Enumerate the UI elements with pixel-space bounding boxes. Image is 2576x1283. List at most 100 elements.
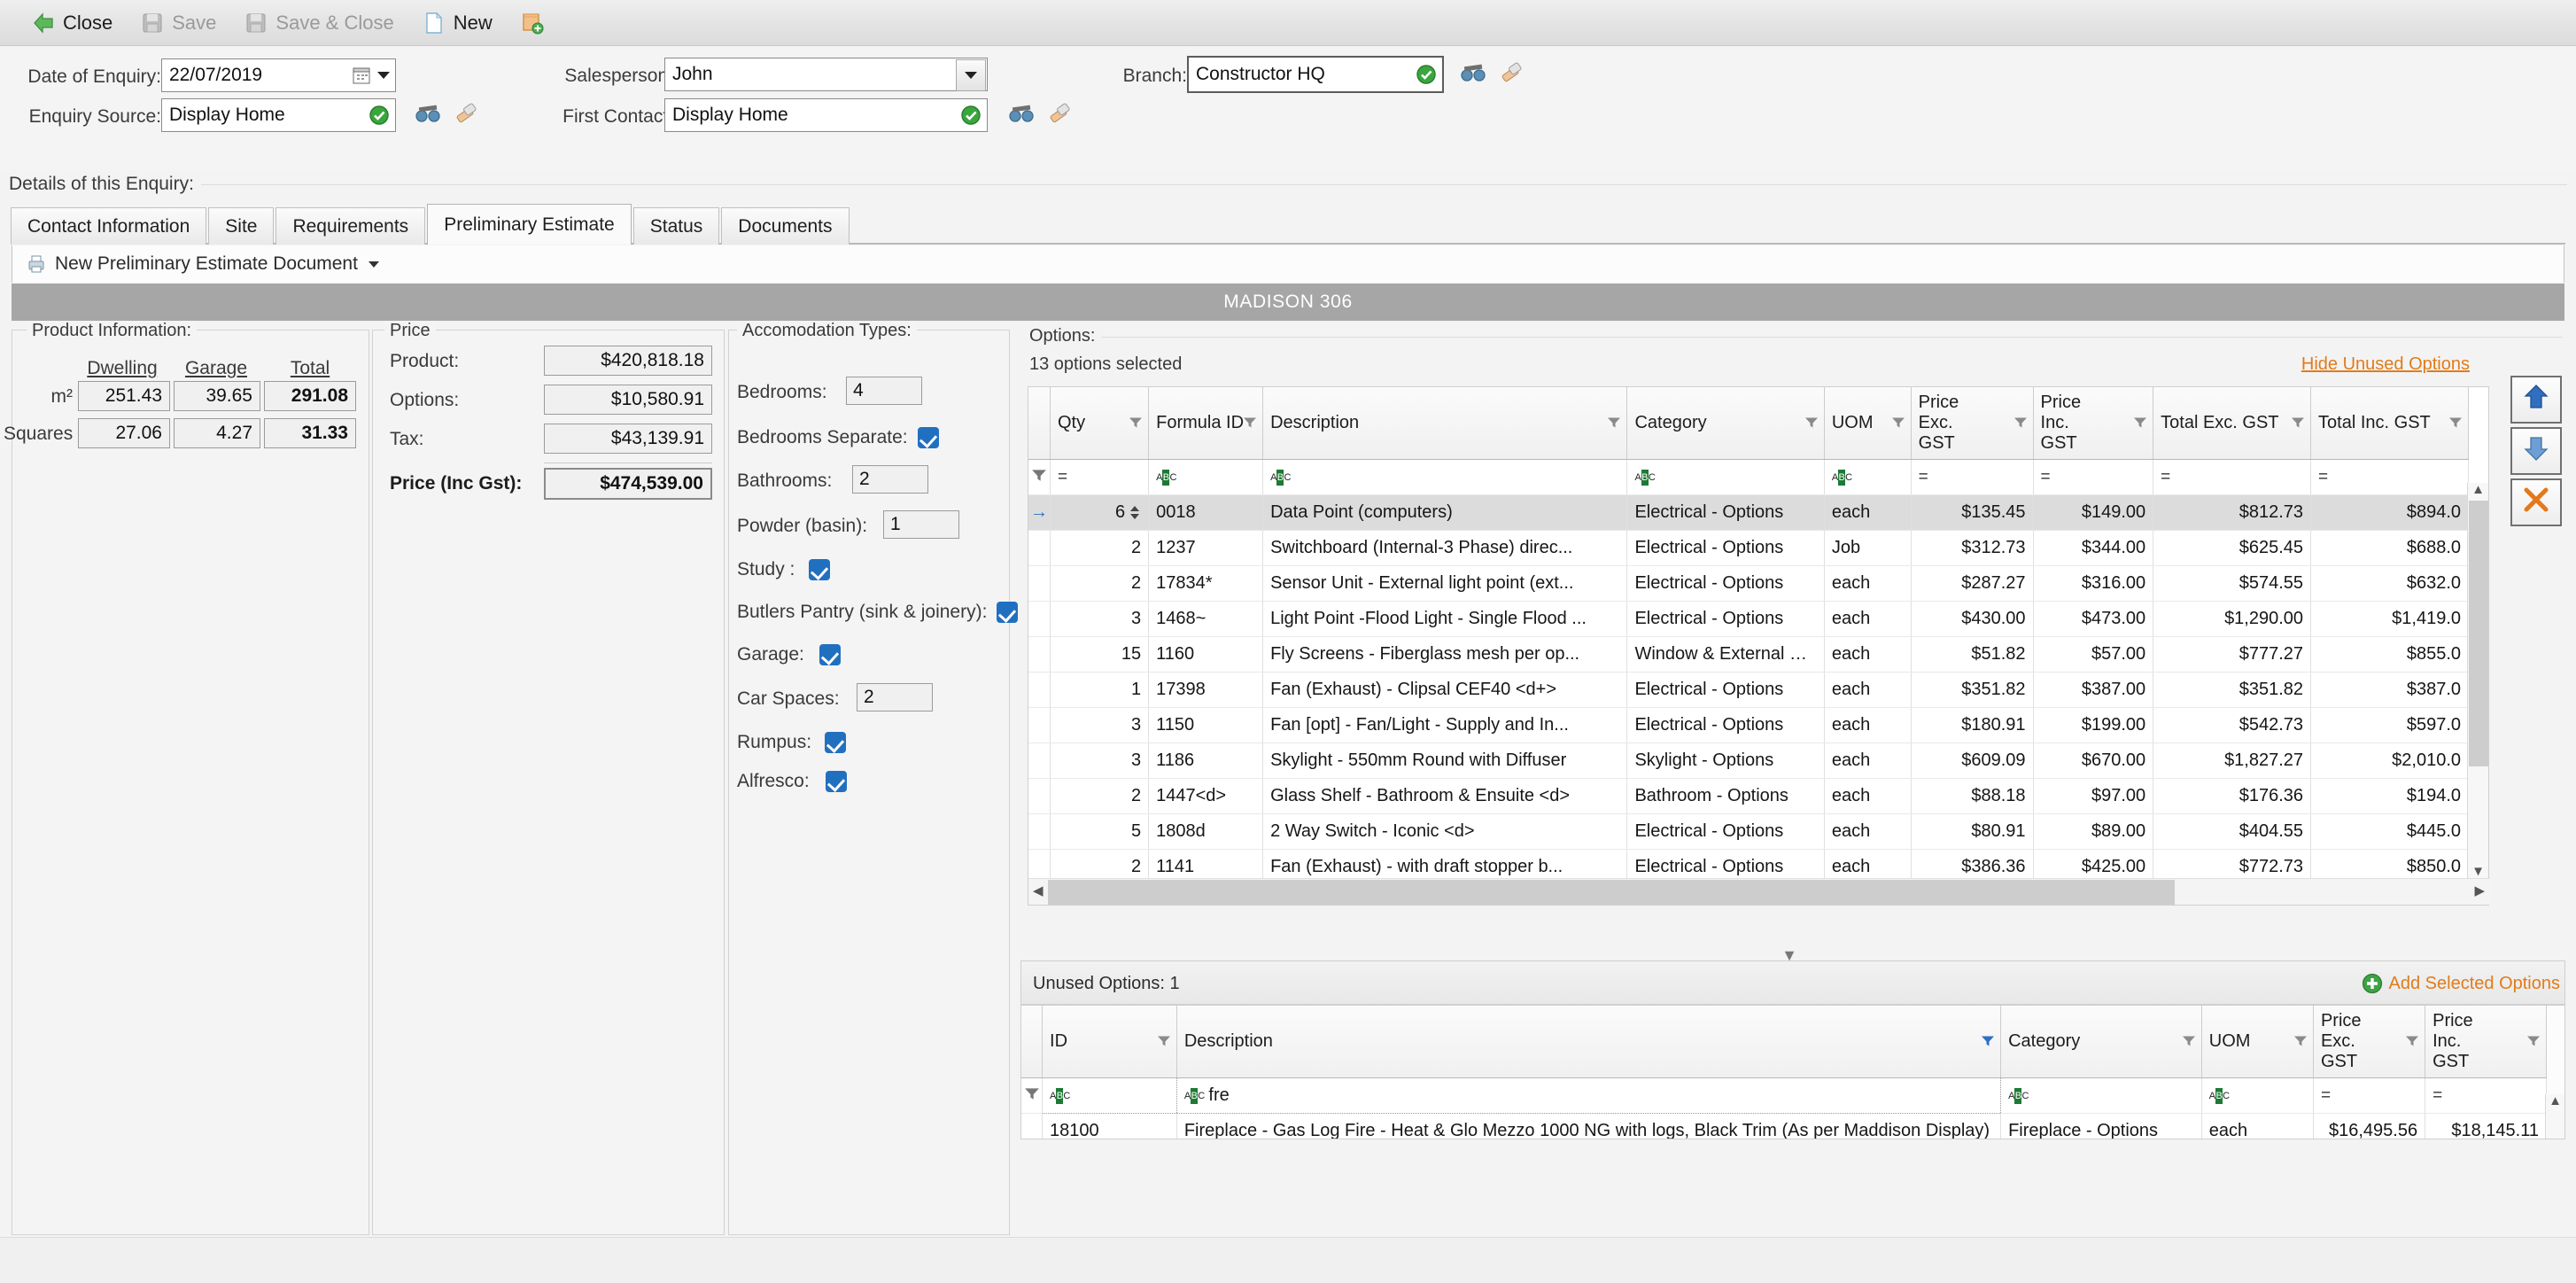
column-header-total-inc-gst[interactable]: Total Inc. GST	[2311, 387, 2469, 460]
filter-price-inc[interactable]: =	[2033, 460, 2153, 495]
column-header-price-inc-gst[interactable]: Price Inc. GST	[2425, 1006, 2547, 1078]
scroll-down-arrow-icon[interactable]: ▼	[2468, 865, 2488, 878]
column-header-id[interactable]: ID	[1043, 1006, 1177, 1078]
table-row[interactable]: 3 1468~ Light Point -Flood Light - Singl…	[1028, 602, 2469, 637]
cell-qty[interactable]: 6	[1050, 495, 1148, 531]
tab-status[interactable]: Status	[633, 207, 720, 245]
garage-checkbox[interactable]	[819, 644, 841, 665]
options-vscroll-thumb[interactable]	[2469, 501, 2488, 766]
rumpus-checkbox[interactable]	[825, 732, 846, 753]
column-header-uom[interactable]: UOM	[2201, 1006, 2313, 1078]
salesperson-select[interactable]: John	[664, 58, 988, 91]
unused-vertical-scrollbar[interactable]: ▲	[2545, 1094, 2564, 1139]
new-button[interactable]: New	[410, 4, 505, 42]
filter-dropdown-icon[interactable]	[2448, 413, 2463, 433]
first-contact-lookup-icon[interactable]	[1008, 103, 1035, 126]
table-row[interactable]: 2 1141 Fan (Exhaust) - with draft stoppe…	[1028, 850, 2469, 881]
chevron-down-icon[interactable]	[369, 261, 379, 268]
table-row[interactable]: 3 1150 Fan [opt] - Fan/Light - Supply an…	[1028, 708, 2469, 743]
enquiry-source-input[interactable]: Display Home	[161, 98, 396, 132]
qty-spinner[interactable]	[1130, 506, 1141, 519]
filter-dropdown-icon[interactable]	[2013, 413, 2028, 433]
table-row[interactable]: 15 1160 Fly Screens - Fiberglass mesh pe…	[1028, 637, 2469, 673]
first-contact-input[interactable]: Display Home	[664, 98, 988, 132]
column-header-description[interactable]: Description	[1263, 387, 1627, 460]
filter-dropdown-icon[interactable]	[1243, 413, 1257, 433]
salesperson-dropdown-button[interactable]	[956, 59, 986, 91]
scroll-left-arrow-icon[interactable]: ◀	[1033, 884, 1044, 898]
add-selected-options-button[interactable]: Add Selected Options	[2362, 973, 2560, 994]
table-row[interactable]: 3 1186 Skylight - 550mm Round with Diffu…	[1028, 743, 2469, 779]
butlers-pantry-checkbox[interactable]	[997, 602, 1018, 623]
table-row[interactable]: 1 17398 Fan (Exhaust) - Clipsal CEF40 <d…	[1028, 673, 2469, 708]
sort-filter-icon[interactable]	[1981, 1031, 1995, 1052]
filter-price-exc[interactable]: =	[1911, 460, 2033, 495]
hide-unused-options-link[interactable]: Hide Unused Options	[2301, 354, 2470, 375]
tab-preliminary-estimate[interactable]: Preliminary Estimate	[427, 204, 632, 245]
filter-price-exc[interactable]: =	[2313, 1078, 2425, 1114]
filter-formula-id[interactable]: ABC	[1149, 460, 1263, 495]
filter-qty[interactable]: =	[1050, 460, 1148, 495]
filter-toggle-cell[interactable]	[1028, 460, 1050, 495]
filter-dropdown-icon[interactable]	[2182, 1031, 2196, 1052]
delete-option-button[interactable]	[2510, 478, 2562, 526]
column-header-price-inc-gst[interactable]: Price Inc. GST	[2033, 387, 2153, 460]
table-row[interactable]: 2 1237 Switchboard (Internal-3 Phase) di…	[1028, 531, 2469, 566]
table-row[interactable]: → 6 0018 Data Point (computers) Electric…	[1028, 495, 2469, 531]
branch-clear-icon[interactable]	[1499, 60, 1524, 83]
filter-dropdown-icon[interactable]	[1129, 413, 1143, 433]
bedrooms-separate-checkbox[interactable]	[918, 427, 939, 448]
table-row[interactable]: 2 17834* Sensor Unit - External light po…	[1028, 566, 2469, 602]
filter-category[interactable]: ABC	[1627, 460, 1824, 495]
column-header-description[interactable]: Description	[1176, 1006, 2000, 1078]
filter-dropdown-icon[interactable]	[1804, 413, 1819, 433]
filter-dropdown-icon[interactable]	[2526, 1031, 2541, 1052]
enquiry-source-clear-icon[interactable]	[454, 101, 478, 124]
column-header-category[interactable]: Category	[1627, 387, 1824, 460]
bedrooms-input[interactable]: 4	[846, 377, 922, 405]
close-button[interactable]: Close	[19, 4, 125, 42]
column-header-price-exc-gst[interactable]: Price Exc. GST	[2313, 1006, 2425, 1078]
unused-filter-row[interactable]: ABC ABC fre ABC ABC = =	[1021, 1078, 2547, 1114]
scroll-up-arrow-icon[interactable]: ▲	[2546, 1094, 2564, 1108]
bathrooms-input[interactable]: 2	[852, 465, 928, 494]
column-header-uom[interactable]: UOM	[1824, 387, 1911, 460]
filter-dropdown-icon[interactable]	[1891, 413, 1905, 433]
tab-requirements[interactable]: Requirements	[275, 207, 425, 245]
powder-basin-input[interactable]: 1	[883, 510, 959, 539]
filter-dropdown-icon[interactable]	[2405, 1031, 2419, 1052]
options-horizontal-scrollbar[interactable]: ◀ ▶	[1028, 878, 2490, 905]
column-header-formula-id[interactable]: Formula ID	[1149, 387, 1263, 460]
column-header-qty[interactable]: Qty	[1050, 387, 1148, 460]
filter-uom[interactable]: ABC	[2201, 1078, 2313, 1114]
alfresco-checkbox[interactable]	[826, 771, 847, 792]
options-filter-row[interactable]: = ABC ABC ABC ABC = = = =	[1028, 460, 2469, 495]
scroll-right-arrow-icon[interactable]: ▶	[2474, 884, 2485, 898]
filter-total-inc[interactable]: =	[2311, 460, 2469, 495]
car-spaces-input[interactable]: 2	[857, 683, 933, 711]
column-header-price-exc-gst[interactable]: Price Exc. GST	[1911, 387, 2033, 460]
enquiry-source-lookup-icon[interactable]	[415, 103, 441, 126]
date-of-enquiry-input[interactable]: 22/07/2019	[161, 58, 396, 92]
table-row[interactable]: 2 1447<d> Glass Shelf - Bathroom & Ensui…	[1028, 779, 2469, 814]
filter-total-exc[interactable]: =	[2153, 460, 2311, 495]
filter-dropdown-icon[interactable]	[2133, 413, 2147, 433]
filter-description[interactable]: ABC fre	[1176, 1078, 2000, 1114]
move-down-button[interactable]	[2510, 427, 2562, 475]
branch-lookup-icon[interactable]	[1460, 62, 1486, 85]
filter-uom[interactable]: ABC	[1824, 460, 1911, 495]
tab-site[interactable]: Site	[208, 207, 274, 245]
filter-description[interactable]: ABC	[1263, 460, 1627, 495]
table-row[interactable]: 18100 Fireplace - Gas Log Fire - Heat & …	[1021, 1114, 2547, 1139]
filter-dropdown-icon[interactable]	[2291, 413, 2305, 433]
table-row[interactable]: 5 1808d 2 Way Switch - Iconic <d> Electr…	[1028, 814, 2469, 850]
branch-input[interactable]: Constructor HQ	[1187, 56, 1444, 93]
study-checkbox[interactable]	[809, 559, 830, 580]
date-dropdown-arrow-icon[interactable]	[377, 72, 390, 79]
save-button[interactable]: Save	[128, 4, 229, 42]
tab-contact-information[interactable]: Contact Information	[11, 207, 206, 245]
column-header-total-exc-gst[interactable]: Total Exc. GST	[2153, 387, 2311, 460]
column-header-category[interactable]: Category	[2001, 1006, 2202, 1078]
filter-dropdown-icon[interactable]	[1157, 1031, 1171, 1052]
filter-category[interactable]: ABC	[2001, 1078, 2202, 1114]
